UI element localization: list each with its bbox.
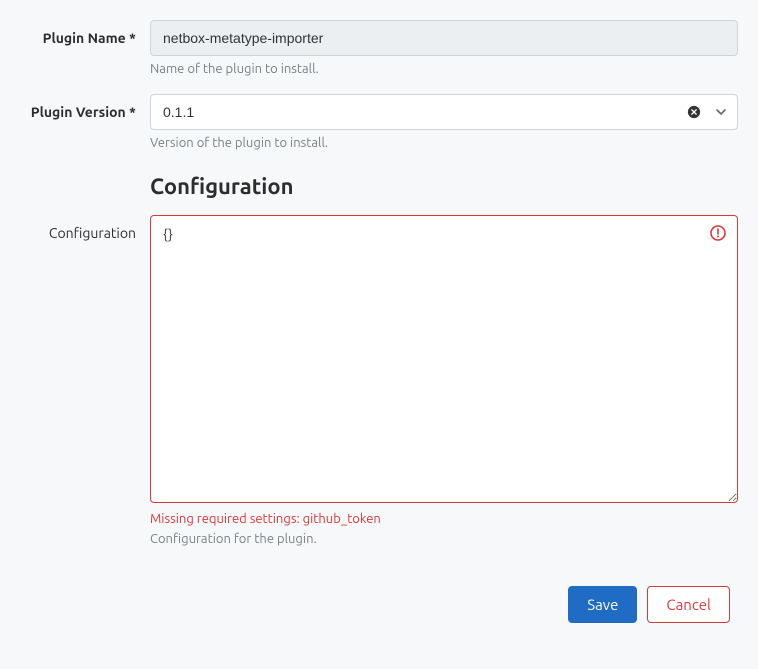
configuration-error: Missing required settings: github_token	[150, 512, 738, 526]
configuration-heading: Configuration	[150, 174, 738, 199]
plugin-version-help: Version of the plugin to install.	[150, 136, 738, 150]
error-icon	[710, 225, 726, 241]
plugin-name-help: Name of the plugin to install.	[150, 62, 738, 76]
clear-icon[interactable]	[686, 104, 702, 120]
configuration-help: Configuration for the plugin.	[150, 532, 738, 546]
plugin-version-label: Plugin Version *	[20, 94, 150, 120]
plugin-name-input[interactable]	[150, 20, 738, 56]
plugin-version-select[interactable]	[150, 94, 738, 130]
configuration-textarea[interactable]	[150, 215, 738, 503]
chevron-down-icon[interactable]	[714, 105, 728, 119]
save-button[interactable]: Save	[568, 586, 637, 623]
cancel-button[interactable]: Cancel	[647, 586, 730, 623]
plugin-name-label: Plugin Name *	[20, 20, 150, 46]
configuration-label: Configuration	[20, 215, 150, 241]
